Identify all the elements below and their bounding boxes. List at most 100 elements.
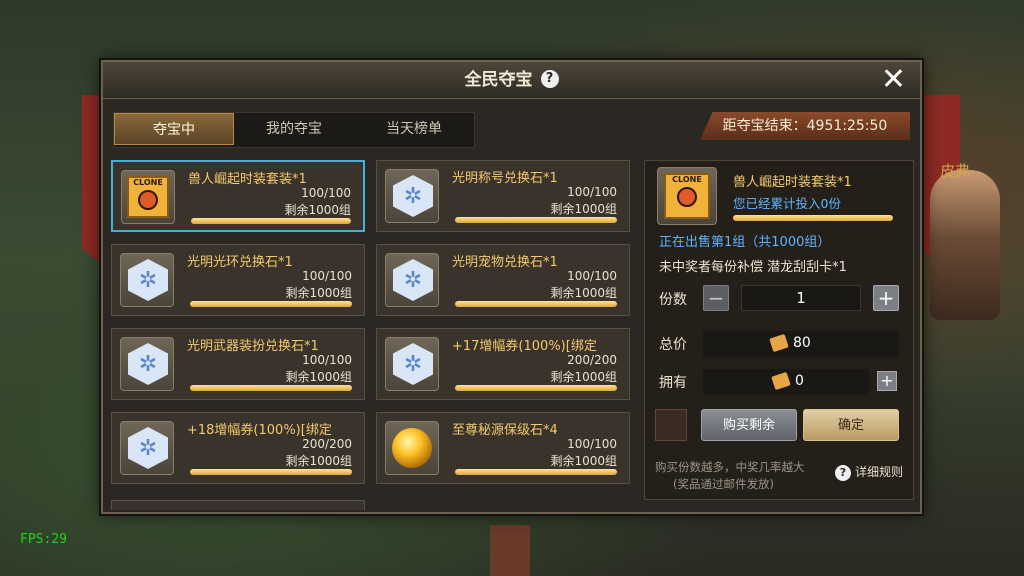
item-remain: 剩余1000组 xyxy=(550,286,617,300)
item-card[interactable]: ✲ +18增幅券(100%)[绑定 200/200 剩余1000组 xyxy=(111,412,365,484)
help-icon: ? xyxy=(835,464,851,481)
scroll-currency-icon xyxy=(771,371,791,391)
detail-sale-status: 正在出售第1组（共1000组） xyxy=(659,235,831,250)
clone-costume-icon: CLONE xyxy=(664,173,710,219)
tab-daily-ranking[interactable]: 当天榜单 xyxy=(354,113,474,145)
fps-counter: FPS:29 xyxy=(20,532,67,547)
item-card[interactable]: ✲ +17增幅券(100%)[绑定 200/200 剩余1000组 xyxy=(376,328,630,400)
item-icon-frame: ✲ xyxy=(120,253,174,307)
total-price-value: 80 xyxy=(793,335,811,351)
item-count: 100/100 xyxy=(567,185,617,199)
tab-in-progress[interactable]: 夺宝中 xyxy=(114,113,234,145)
item-name: +17增幅券(100%)[绑定 xyxy=(452,339,597,354)
item-name: 至尊秘源保级石*4 xyxy=(452,423,558,438)
item-name: 兽人崛起时装套装*1 xyxy=(188,172,307,187)
mail-note: (奖品通过邮件发放) xyxy=(673,477,774,491)
item-progress xyxy=(455,217,617,223)
owned-field: 0 xyxy=(703,369,869,395)
item-progress xyxy=(455,469,617,475)
item-card[interactable]: ✲ 光明武器装扮兑换石*1 100/100 剩余1000组 xyxy=(111,328,365,400)
light-stone-icon: ✲ xyxy=(393,175,433,217)
item-icon-frame: CLONE xyxy=(121,170,175,224)
confirm-button[interactable]: 确定 xyxy=(803,409,899,441)
item-card[interactable]: CLONE 兽人崛起时装套装*1 100/100 剩余1000组 xyxy=(111,160,365,232)
own-label: 拥有 xyxy=(659,375,687,391)
detail-panel: CLONE 兽人崛起时装套装*1 您已经累计投入0份 正在出售第1组（共1000… xyxy=(644,160,914,500)
item-icon-frame: ✲ xyxy=(120,421,174,475)
item-progress xyxy=(455,385,617,391)
item-remain: 剩余1000组 xyxy=(550,454,617,468)
light-stone-icon: ✲ xyxy=(128,259,168,301)
item-card[interactable]: ✲ 光明宠物兑换石*1 100/100 剩余1000组 xyxy=(376,244,630,316)
tab-bar: 夺宝中 我的夺宝 当天榜单 xyxy=(113,112,475,148)
qty-plus-button[interactable]: + xyxy=(873,285,899,311)
item-icon-frame: ✲ xyxy=(385,253,439,307)
detail-compensation: 未中奖者每份补偿 潜龙刮刮卡*1 xyxy=(659,260,847,275)
light-stone-icon: ✲ xyxy=(393,259,433,301)
item-icon-frame: ✲ xyxy=(120,337,174,391)
item-progress xyxy=(190,385,352,391)
item-remain: 剩余1000组 xyxy=(285,454,352,468)
countdown-timer: 距夺宝结束：4951:25:50 xyxy=(700,112,910,140)
help-icon[interactable]: ? xyxy=(540,69,559,88)
buy-remaining-button[interactable]: 购买剩余 xyxy=(701,409,797,441)
add-currency-button[interactable]: + xyxy=(877,371,897,391)
clone-label: CLONE xyxy=(672,175,702,184)
npc-character[interactable] xyxy=(930,170,1000,320)
item-name: 光明宠物兑换石*1 xyxy=(452,255,558,270)
item-name: 光明称号兑换石*1 xyxy=(452,171,558,186)
background-tower xyxy=(490,525,530,576)
item-icon-frame: ✲ xyxy=(385,337,439,391)
item-card[interactable]: ✲ 光明称号兑换石*1 100/100 剩余1000组 xyxy=(376,160,630,232)
item-grid: CLONE 兽人崛起时装套装*1 100/100 剩余1000组 ✲ 光明称号兑… xyxy=(111,160,631,510)
clone-label: CLONE xyxy=(133,178,163,187)
scroll-currency-icon xyxy=(769,333,789,353)
light-stone-icon: ✲ xyxy=(393,343,433,385)
qty-label: 份数 xyxy=(659,292,687,308)
item-progress xyxy=(190,301,352,307)
item-count: 200/200 xyxy=(567,353,617,367)
item-remain: 剩余1000组 xyxy=(285,286,352,300)
rules-link[interactable]: ? 详细规则 xyxy=(835,463,903,481)
item-name: 光明光环兑换石*1 xyxy=(187,255,293,270)
dialog-titlebar: 全民夺宝? ✕ xyxy=(103,62,920,99)
light-stone-icon: ✲ xyxy=(128,343,168,385)
item-count: 100/100 xyxy=(302,353,352,367)
item-count: 200/200 xyxy=(302,437,352,451)
item-remain: 剩余1000组 xyxy=(550,370,617,384)
npc-name: 皮弗 xyxy=(940,162,971,180)
detail-invested: 您已经累计投入0份 xyxy=(733,196,841,211)
item-card-partial[interactable] xyxy=(111,500,365,510)
qty-input[interactable]: 1 xyxy=(741,285,861,311)
item-progress xyxy=(191,218,351,224)
empty-slot xyxy=(655,409,687,441)
total-label: 总价 xyxy=(659,337,687,353)
item-name: 光明武器装扮兑换石*1 xyxy=(187,339,319,354)
detail-progress xyxy=(733,215,893,221)
item-remain: 剩余1000组 xyxy=(284,203,351,217)
detail-icon-frame: CLONE xyxy=(657,167,717,225)
owned-value: 0 xyxy=(795,373,804,389)
tab-my-treasure[interactable]: 我的夺宝 xyxy=(234,113,354,145)
item-remain: 剩余1000组 xyxy=(285,370,352,384)
odds-note: 购买份数越多，中奖几率越大 xyxy=(655,460,805,474)
item-count: 100/100 xyxy=(302,269,352,283)
item-icon-frame: ✲ xyxy=(385,169,439,223)
qty-minus-button[interactable]: − xyxy=(703,285,729,311)
item-count: 100/100 xyxy=(301,186,351,200)
rules-label: 详细规则 xyxy=(855,465,904,479)
item-card[interactable]: 至尊秘源保级石*4 100/100 剩余1000组 xyxy=(376,412,630,484)
detail-item-name: 兽人崛起时装套装*1 xyxy=(733,175,852,190)
item-remain: 剩余1000组 xyxy=(550,202,617,216)
item-count: 100/100 xyxy=(567,437,617,451)
item-card[interactable]: ✲ 光明光环兑换石*1 100/100 剩余1000组 xyxy=(111,244,365,316)
golden-orb-icon xyxy=(392,428,432,468)
item-progress xyxy=(190,469,352,475)
item-icon-frame xyxy=(385,421,439,475)
treasure-dialog: 全民夺宝? ✕ 夺宝中 我的夺宝 当天榜单 距夺宝结束：4951:25:50 C… xyxy=(101,60,922,514)
dialog-title: 全民夺宝 xyxy=(464,70,533,90)
item-count: 100/100 xyxy=(567,269,617,283)
total-price-field: 80 xyxy=(703,331,899,357)
item-progress xyxy=(455,301,617,307)
close-icon[interactable]: ✕ xyxy=(881,65,906,95)
